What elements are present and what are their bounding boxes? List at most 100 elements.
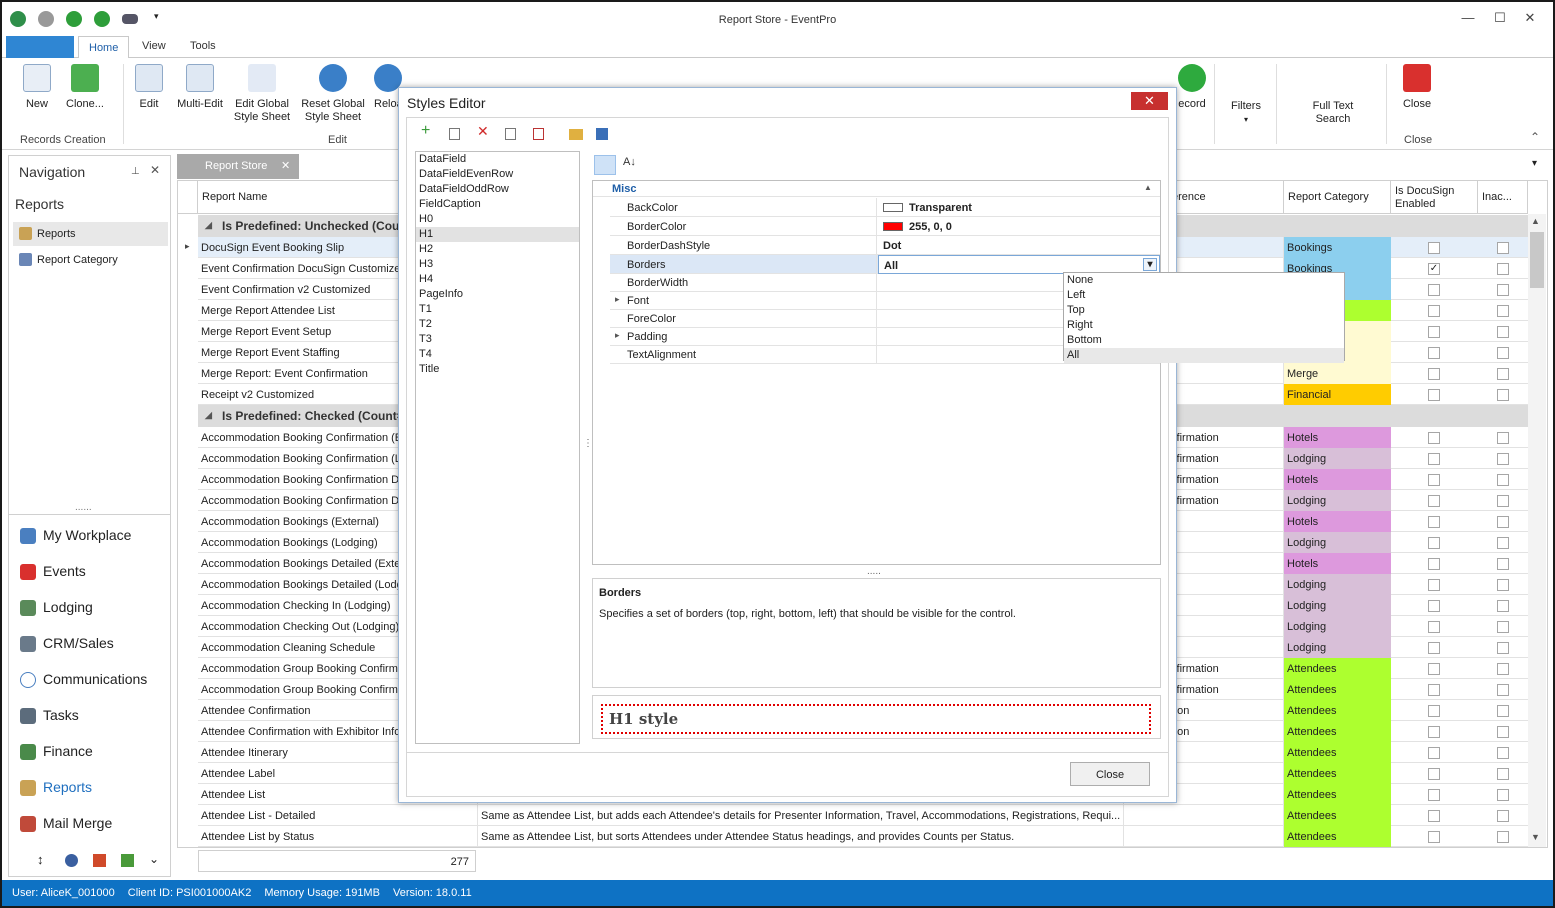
delete-unused-icon[interactable]	[505, 128, 516, 140]
module-lodging[interactable]: Lodging	[17, 594, 167, 622]
scroll-up-icon[interactable]: ▲	[1531, 216, 1540, 226]
docusign-checkbox[interactable]	[1428, 284, 1440, 296]
more-modules-icon[interactable]: ⌄	[149, 852, 159, 866]
docusign-checkbox[interactable]	[1428, 768, 1440, 780]
inactive-checkbox[interactable]	[1497, 537, 1509, 549]
module-communications[interactable]: Communications	[17, 666, 167, 694]
module-tasks[interactable]: Tasks	[17, 702, 167, 730]
docusign-checkbox[interactable]	[1428, 347, 1440, 359]
docusign-checkbox[interactable]	[1428, 579, 1440, 591]
categorized-view-icon[interactable]	[594, 155, 616, 175]
sort-icon[interactable]: ↕	[37, 852, 44, 867]
inactive-checkbox[interactable]	[1497, 705, 1509, 717]
tab-view[interactable]: View	[142, 40, 166, 52]
inactive-checkbox[interactable]	[1497, 432, 1509, 444]
style-item[interactable]: T3	[416, 332, 579, 347]
inactive-checkbox[interactable]	[1497, 726, 1509, 738]
docusign-checkbox[interactable]	[1428, 242, 1440, 254]
add-style-icon[interactable]: +	[421, 122, 435, 139]
dialog-close-icon[interactable]: ✕	[1131, 92, 1168, 110]
docusign-checkbox[interactable]	[1428, 516, 1440, 528]
dropdown-option[interactable]: Top	[1064, 303, 1344, 318]
splitter-handle[interactable]: ......	[75, 502, 92, 513]
dialog-close-button[interactable]: Close	[1070, 762, 1150, 786]
style-item[interactable]: DataFieldOddRow	[416, 182, 579, 197]
header-report-category[interactable]: Report Category	[1284, 181, 1391, 214]
docusign-checkbox[interactable]	[1428, 621, 1440, 633]
copy-style-icon[interactable]	[449, 128, 460, 140]
inactive-checkbox[interactable]	[1497, 495, 1509, 507]
graph-icon[interactable]	[121, 854, 134, 867]
style-item[interactable]: H2	[416, 242, 579, 257]
vertical-scrollbar[interactable]: ▲ ▼	[1528, 214, 1546, 847]
docusign-checkbox[interactable]	[1428, 453, 1440, 465]
style-item[interactable]: T1	[416, 302, 579, 317]
inactive-checkbox[interactable]	[1497, 326, 1509, 338]
property-value[interactable]: Dot	[878, 236, 1160, 255]
docusign-checkbox[interactable]	[1428, 705, 1440, 717]
new-button[interactable]: New	[20, 64, 54, 111]
minimize-icon[interactable]: —	[1458, 10, 1478, 25]
module-mail-merge[interactable]: Mail Merge	[17, 810, 167, 838]
close-tab-icon[interactable]: ✕	[281, 159, 290, 172]
style-item[interactable]: T4	[416, 347, 579, 362]
inactive-checkbox[interactable]	[1497, 747, 1509, 759]
collapse-ribbon-icon[interactable]: ⌃	[1530, 130, 1540, 144]
module-reports[interactable]: Reports	[17, 774, 167, 802]
inactive-checkbox[interactable]	[1497, 242, 1509, 254]
close-button[interactable]: Close	[1400, 64, 1434, 111]
inactive-checkbox[interactable]	[1497, 663, 1509, 675]
document-tab-report-store[interactable]: Report Store ✕	[177, 154, 299, 179]
inactive-checkbox[interactable]	[1497, 789, 1509, 801]
group-expand-icon[interactable]: ◢	[205, 410, 212, 421]
inactive-checkbox[interactable]	[1497, 579, 1509, 591]
group-expand-icon[interactable]: ◢	[205, 220, 212, 231]
inactive-checkbox[interactable]	[1497, 474, 1509, 486]
dropdown-arrow-icon[interactable]: ▾	[1143, 258, 1157, 271]
table-row[interactable]: Attendee List - Detailed Same as Attendee…	[198, 805, 1528, 826]
horizontal-splitter[interactable]: .....	[867, 566, 881, 577]
edit-button[interactable]: Edit	[132, 64, 166, 111]
docusign-checkbox[interactable]: ✓	[1428, 263, 1440, 275]
property-row-backcolor[interactable]: BackColor Transparent	[610, 198, 1160, 217]
clear-styles-icon[interactable]	[533, 128, 544, 140]
scroll-down-icon[interactable]: ▼	[1531, 832, 1540, 842]
docusign-checkbox[interactable]	[1428, 558, 1440, 570]
property-row-bordercolor[interactable]: BorderColor 255, 0, 0	[610, 217, 1160, 236]
inactive-checkbox[interactable]	[1497, 453, 1509, 465]
docusign-checkbox[interactable]	[1428, 474, 1440, 486]
module-my-workplace[interactable]: My Workplace	[17, 522, 167, 550]
style-item[interactable]: DataFieldEvenRow	[416, 167, 579, 182]
close-window-icon[interactable]: ✕	[1520, 10, 1540, 26]
inactive-checkbox[interactable]	[1497, 768, 1509, 780]
expand-icon[interactable]: ▸	[615, 294, 620, 305]
dropdown-option[interactable]: Left	[1064, 288, 1344, 303]
tab-home[interactable]: Home	[78, 36, 130, 59]
inactive-checkbox[interactable]	[1497, 558, 1509, 570]
property-value[interactable]: 255, 0, 0	[878, 217, 1160, 236]
edit-global-style-sheet-button[interactable]: Edit Global Style Sheet	[230, 64, 294, 124]
docusign-checkbox[interactable]	[1428, 368, 1440, 380]
docusign-checkbox[interactable]	[1428, 810, 1440, 822]
expand-icon[interactable]: ▸	[615, 330, 620, 341]
app-menu-button[interactable]	[6, 36, 74, 58]
reset-global-style-sheet-button[interactable]: Reset Global Style Sheet	[298, 64, 368, 124]
inactive-checkbox[interactable]	[1497, 621, 1509, 633]
dropdown-option[interactable]: All	[1064, 348, 1344, 363]
inactive-checkbox[interactable]	[1497, 284, 1509, 296]
clone-button[interactable]: Clone...	[62, 64, 108, 111]
dropdown-option[interactable]: Bottom	[1064, 333, 1344, 348]
docusign-checkbox[interactable]	[1428, 537, 1440, 549]
inactive-checkbox[interactable]	[1497, 600, 1509, 612]
docusign-checkbox[interactable]	[1428, 831, 1440, 843]
docusign-checkbox[interactable]	[1428, 326, 1440, 338]
scrollbar-thumb[interactable]	[1530, 232, 1544, 288]
docusign-checkbox[interactable]	[1428, 432, 1440, 444]
multi-edit-button[interactable]: Multi-Edit	[174, 64, 226, 111]
chart-icon[interactable]	[93, 854, 106, 867]
style-item[interactable]: T2	[416, 317, 579, 332]
style-item[interactable]: DataField	[416, 152, 579, 167]
nav-item-reports[interactable]: Reports	[13, 222, 168, 246]
inactive-checkbox[interactable]	[1497, 368, 1509, 380]
globe-icon[interactable]	[65, 854, 78, 867]
